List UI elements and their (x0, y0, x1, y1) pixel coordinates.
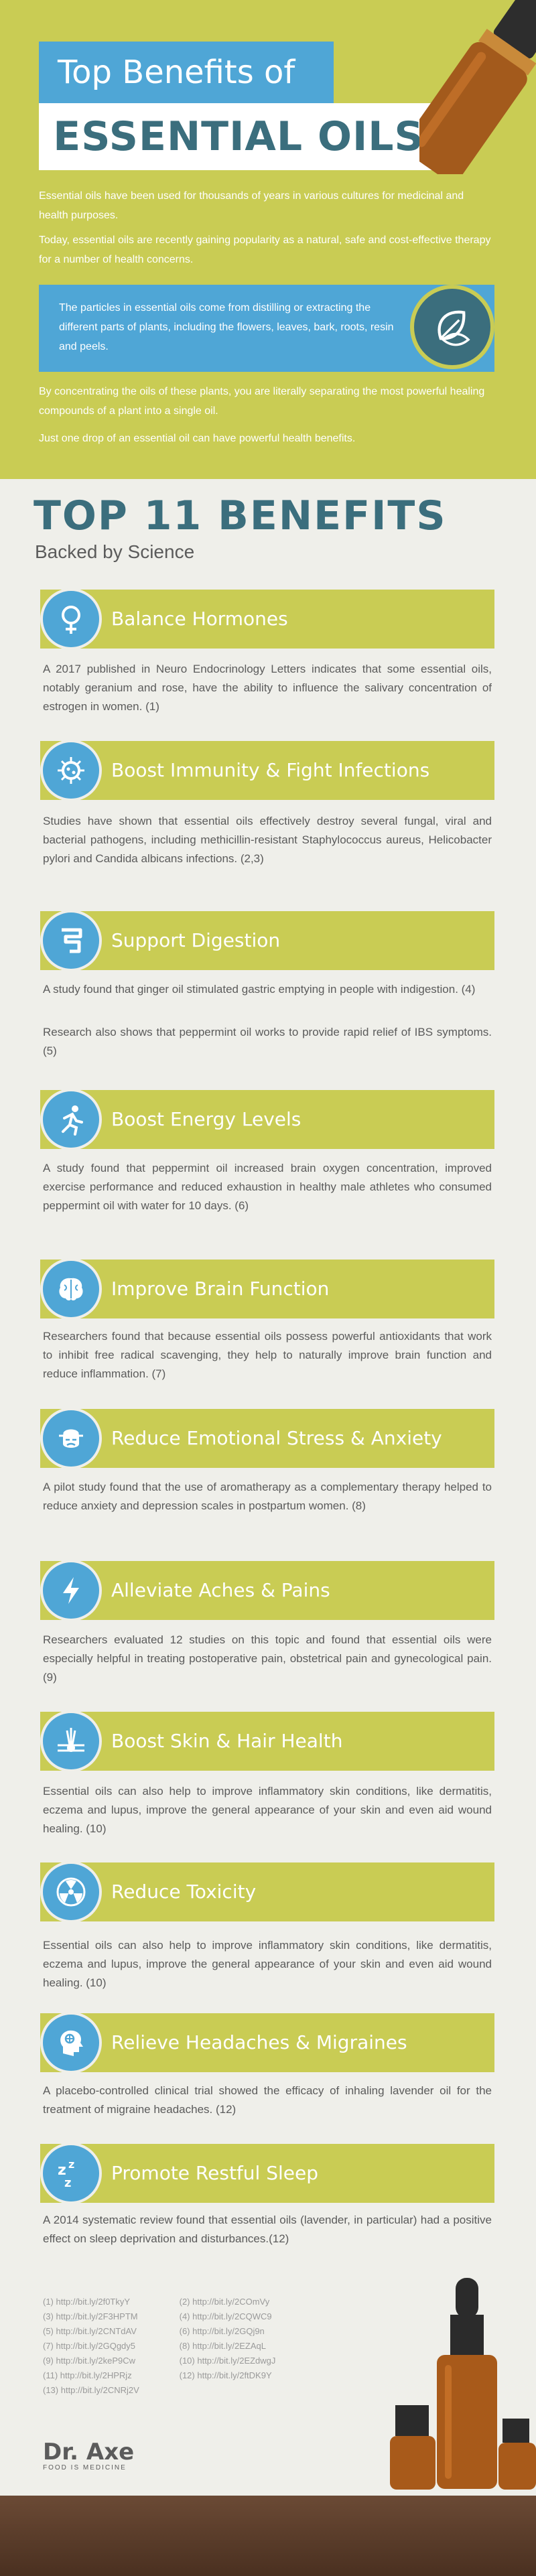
runner-icon (40, 1089, 102, 1150)
benefit-label: Support Digestion (111, 929, 281, 951)
references-list: (1) http://bit.ly/2f0TkyY (3) http://bit… (43, 2295, 324, 2398)
leaves-icon (410, 285, 494, 369)
hair-follicle-icon (40, 1710, 102, 1772)
benefit-bar-5: Improve Brain Function (40, 1258, 494, 1320)
radiation-icon (40, 1861, 102, 1923)
title-line-1: Top Benefits of (39, 42, 334, 103)
benefit-desc-2: Research also shows that peppermint oil … (43, 1026, 492, 1057)
reference-link[interactable]: (13) http://bit.ly/2CNRj2V (43, 2383, 177, 2398)
benefit-desc: A placebo-controlled clinical trial show… (43, 2084, 492, 2116)
dr-axe-logo: Dr. Axe FOOD IS MEDICINE (43, 2439, 134, 2471)
benefit-label: Balance Hormones (111, 608, 288, 630)
reference-link[interactable]: (10) http://bit.ly/2EZdwgJ (180, 2354, 314, 2368)
benefit-bar-4: Boost Energy Levels (40, 1089, 494, 1150)
reference-link[interactable]: (11) http://bit.ly/2HPRjz (43, 2368, 177, 2383)
brain-icon (40, 1258, 102, 1320)
benefit-desc: Researchers evaluated 12 studies on this… (43, 1633, 492, 1684)
intro-paragraph-1: Essential oils have been used for thousa… (39, 190, 464, 221)
section-title: TOP 11 BENEFITS (34, 492, 447, 539)
benefit-bar-8: Boost Skin & Hair Health (40, 1710, 494, 1772)
reference-link[interactable]: (7) http://bit.ly/2GQgdy5 (43, 2339, 177, 2354)
benefit-bar-3: Support Digestion (40, 910, 494, 971)
benefit-label: Alleviate Aches & Pains (111, 1579, 330, 1601)
reference-link[interactable]: (3) http://bit.ly/2F3HPTM (43, 2309, 177, 2324)
references-left: (1) http://bit.ly/2f0TkyY (3) http://bit… (43, 2295, 177, 2398)
benefit-bar-7: Alleviate Aches & Pains (40, 1560, 494, 1621)
benefit-label: Boost Skin & Hair Health (111, 1730, 343, 1752)
benefit-desc: A pilot study found that the use of arom… (43, 1481, 492, 1512)
outro-paragraph-2: Just one drop of an essential oil can ha… (39, 433, 356, 444)
reference-link[interactable]: (8) http://bit.ly/2EZAqL (180, 2339, 314, 2354)
bottle-image (419, 0, 536, 174)
benefit-bar-2: Boost Immunity & Fight Infections (40, 740, 494, 801)
benefit-desc: A 2014 systematic review found that esse… (43, 2214, 492, 2245)
logo-subtext: FOOD IS MEDICINE (43, 2464, 127, 2471)
benefit-bar-10: Relieve Headaches & Migraines (40, 2012, 494, 2074)
benefit-desc: A 2017 published in Neuro Endocrinology … (43, 663, 492, 713)
lightning-icon (40, 1560, 102, 1621)
venus-icon (40, 588, 102, 650)
reference-link[interactable]: (2) http://bit.ly/2COmVy (180, 2295, 314, 2309)
wooden-table (0, 2496, 536, 2576)
reference-link[interactable]: (6) http://bit.ly/2GQj9n (180, 2324, 314, 2339)
benefit-bar-1: Balance Hormones (40, 588, 494, 650)
benefit-label: Reduce Emotional Stress & Anxiety (111, 1427, 442, 1449)
benefit-desc: Essential oils can also help to improve … (43, 1785, 492, 1835)
reference-link[interactable]: (9) http://bit.ly/2keP9Cw (43, 2354, 177, 2368)
benefit-label: Improve Brain Function (111, 1278, 330, 1300)
headache-icon (40, 2012, 102, 2074)
benefit-bar-9: Reduce Toxicity (40, 1861, 494, 1923)
reference-link[interactable]: (4) http://bit.ly/2CQWC9 (180, 2309, 314, 2324)
stressed-head-icon (40, 1408, 102, 1469)
intro-paragraph-2: Today, essential oils are recently gaini… (39, 234, 491, 265)
benefit-label: Reduce Toxicity (111, 1881, 257, 1903)
benefit-bar-11: zzz Promote Restful Sleep (40, 2143, 494, 2204)
svg-text:z: z (68, 2158, 74, 2171)
header-section: Top Benefits of ESSENTIAL OILS Essential… (0, 0, 536, 479)
benefit-desc: Studies have shown that essential oils e… (43, 815, 492, 865)
references-right: (2) http://bit.ly/2COmVy (4) http://bit.… (180, 2295, 314, 2383)
title-line-2: ESSENTIAL OILS (39, 103, 438, 170)
callout-text: The particles in essential oils come fro… (59, 302, 394, 352)
benefit-label: Boost Immunity & Fight Infections (111, 759, 430, 781)
benefit-desc: A study found that peppermint oil increa… (43, 1162, 492, 1212)
outro-paragraph-1: By concentrating the oils of these plant… (39, 386, 485, 417)
intestine-icon (40, 910, 102, 971)
sleep-zzz-icon: zzz (40, 2143, 102, 2204)
reference-link[interactable]: (5) http://bit.ly/2CNTdAV (43, 2324, 177, 2339)
benefit-desc: Researchers found that because essential… (43, 1330, 492, 1380)
logo-main-text: Dr. Axe (43, 2439, 135, 2465)
reference-link[interactable]: (12) http://bit.ly/2ftDK9Y (180, 2368, 314, 2383)
benefit-label: Promote Restful Sleep (111, 2162, 318, 2184)
section-subtitle: Backed by Science (35, 541, 195, 562)
benefit-label: Boost Energy Levels (111, 1108, 302, 1130)
benefit-label: Relieve Headaches & Migraines (111, 2031, 407, 2053)
svg-text:z: z (64, 2176, 71, 2189)
reference-link[interactable]: (1) http://bit.ly/2f0TkyY (43, 2295, 177, 2309)
bottles-image (390, 2278, 536, 2490)
virus-icon (40, 740, 102, 801)
benefit-bar-6: Reduce Emotional Stress & Anxiety (40, 1408, 494, 1469)
benefit-desc: A study found that ginger oil stimulated… (43, 983, 476, 996)
benefit-desc: Essential oils can also help to improve … (43, 1939, 492, 1989)
